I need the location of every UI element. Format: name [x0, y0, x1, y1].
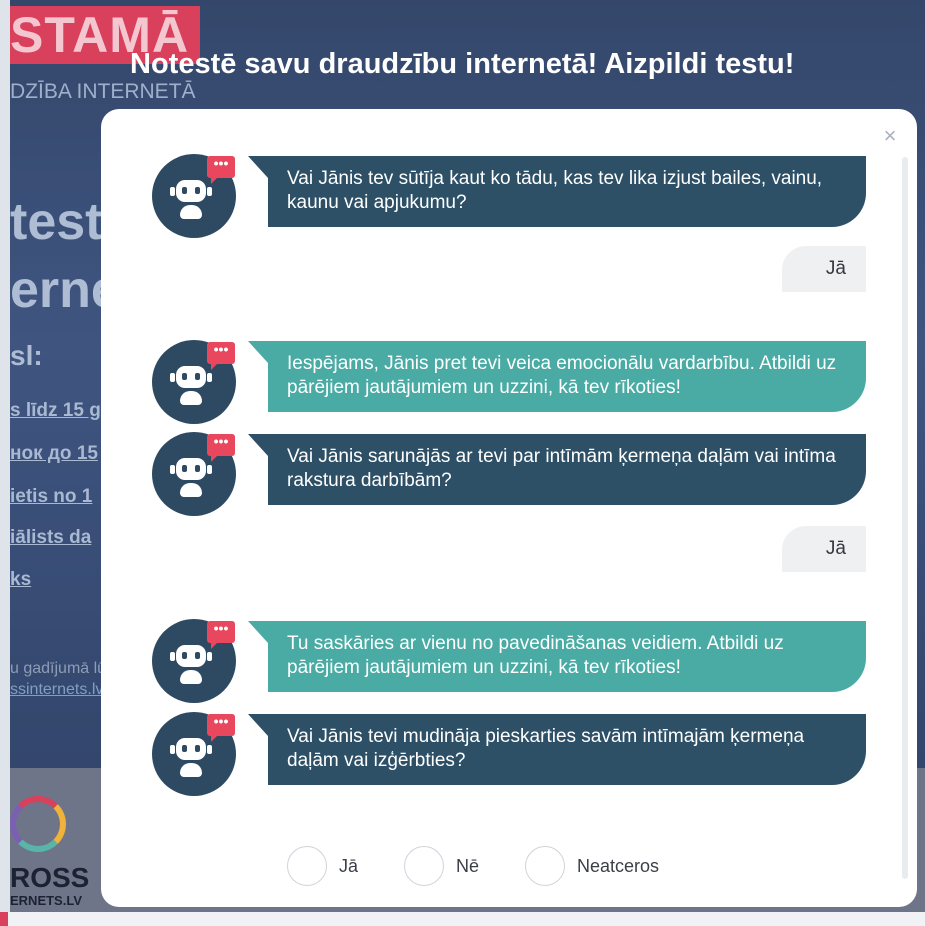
radio-button[interactable] [404, 846, 444, 886]
bot-avatar: ••• [152, 340, 236, 424]
background-link-1: s līdz 15 g [10, 400, 101, 421]
background-note: u gadījumā lū [10, 660, 107, 677]
user-reply: Jā [782, 526, 866, 572]
background-link-4: iālists da [10, 527, 92, 548]
background-brand-subtitle: DZĪBA INTERNETĀ [10, 80, 196, 103]
chat-badge-icon: ••• [207, 156, 235, 184]
bot-avatar: ••• [152, 619, 236, 703]
background-heading-line-1: test [10, 193, 103, 251]
robot-icon [176, 738, 206, 760]
answer-option-label: Neatceros [577, 856, 660, 876]
chat-badge-icon: ••• [207, 621, 235, 649]
bot-avatar: ••• [152, 432, 236, 516]
background-left-strip [0, 0, 10, 926]
radio-button[interactable] [525, 846, 565, 886]
close-icon[interactable]: × [880, 124, 900, 148]
background-link-3: ietis no 1 [10, 486, 93, 507]
background-subheading: sl: [10, 340, 43, 371]
footer-brand-domain: ERNETS.LV [10, 893, 82, 908]
chat-badge-icon: ••• [207, 714, 235, 742]
chat-scrollbar[interactable] [902, 157, 908, 879]
answer-option-label: Nē [456, 856, 480, 876]
bot-message: Vai Jānis sarunājās ar tevi par intīmām … [248, 434, 866, 505]
answer-option-label: Jā [339, 856, 359, 876]
footer-logo-icon [10, 796, 66, 852]
background-link-2: нок до 15 [10, 443, 98, 464]
radio-button[interactable] [287, 846, 327, 886]
bot-result-message: Tu saskāries ar vienu no pavedināšanas v… [248, 621, 866, 692]
background-link-5: ks [10, 569, 32, 590]
robot-icon [176, 366, 206, 388]
chat-badge-icon: ••• [207, 342, 235, 370]
bot-message: Vai Jānis tevi mudināja pieskarties savā… [248, 714, 866, 785]
modal-title: Notestē savu draudzību internetā! Aizpil… [130, 48, 795, 80]
bot-message: Vai Jānis tev sūtīja kaut ko tādu, kas t… [248, 156, 866, 227]
bot-avatar: ••• [152, 154, 236, 238]
bot-avatar: ••• [152, 712, 236, 796]
robot-icon [176, 180, 206, 202]
background-note-link: ssinternets.lv [10, 681, 104, 698]
user-reply: Jā [782, 246, 866, 292]
robot-icon [176, 458, 206, 480]
bottom-bar [0, 912, 925, 926]
chat-badge-icon: ••• [207, 434, 235, 462]
robot-icon [176, 645, 206, 667]
bottom-accent [0, 912, 8, 926]
bot-result-message: Iespējams, Jānis pret tevi veica emocion… [248, 341, 866, 412]
footer-brand-text: ROSS [10, 862, 90, 893]
